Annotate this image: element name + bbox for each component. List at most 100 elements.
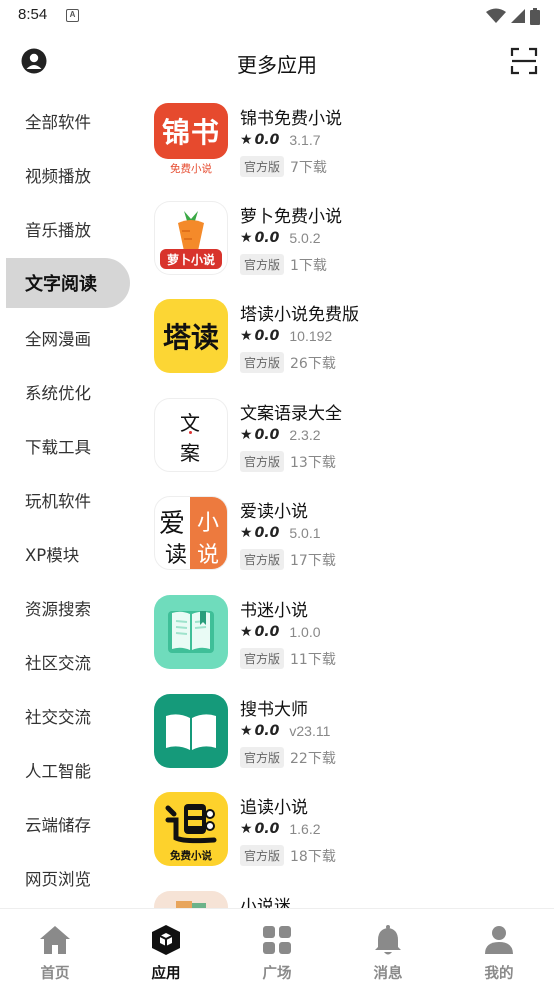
sidebar-item-label: 音乐播放 (25, 221, 91, 240)
zhuidu-app-icon: 免费小说 (154, 792, 228, 866)
download-count: 26下载 (290, 355, 336, 372)
list-item[interactable]: 塔读 塔读小说免费版 ★ 0.0 10.192 官方版 26下载 (146, 290, 546, 388)
sidebar-item-resource-search[interactable]: 资源搜索 (0, 583, 136, 633)
app-name: 书迷小说 (240, 601, 308, 621)
scan-icon[interactable] (510, 47, 538, 75)
list-item[interactable]: 书迷小说 ★ 0.0 1.0.0 官方版 11下载 (146, 586, 546, 684)
grid-icon (263, 926, 291, 954)
book-stack-icon (176, 901, 206, 908)
official-badge: 官方版 (240, 549, 285, 570)
official-badge: 官方版 (240, 648, 285, 669)
nav-profile[interactable]: 我的 (444, 909, 554, 984)
sidebar-item-xp-module[interactable]: XP模块 (0, 529, 136, 579)
app-name: 锦书免费小说 (240, 109, 342, 129)
download-count: 18下载 (290, 848, 336, 865)
download-count: 7下载 (290, 159, 327, 176)
sidebar-item-system-optimize[interactable]: 系统优化 (0, 367, 136, 417)
sidebar-item-download-tools[interactable]: 下载工具 (0, 421, 136, 471)
sidebar-item-cloud-storage[interactable]: 云端储存 (0, 799, 136, 849)
rating-score: 0.0 (254, 525, 280, 541)
icon-subtext: 免费小说 (170, 163, 212, 175)
category-sidebar: 全部软件 视频播放 音乐播放 文字阅读 全网漫画 系统优化 下载工具 玩机软件 … (0, 94, 136, 908)
header: 更多应用 (0, 36, 554, 88)
aidu-app-icon: 爱 读 小 说 (154, 496, 228, 570)
app-meta: 官方版 18下载 (240, 845, 336, 866)
sidebar-item-label: 网页浏览 (25, 870, 91, 889)
tadu-app-icon: 塔读 (154, 299, 228, 373)
list-item[interactable]: 免费小说 追读小说 ★ 0.0 1.6.2 官方版 18下载 (146, 783, 546, 881)
status-bar: 8:54 A (0, 0, 554, 32)
jinshu-app-icon: 锦书 免费小说 (154, 103, 228, 177)
nav-messages[interactable]: 消息 (333, 909, 443, 984)
star-icon: ★ (240, 230, 253, 246)
notification-icon: A (66, 9, 79, 22)
star-icon: ★ (240, 427, 253, 443)
list-item[interactable]: 爱 读 小 说 爱读小说 ★ 0.0 5.0.1 官方版 17下载 (146, 487, 546, 585)
app-meta: 官方版 26下载 (240, 352, 336, 373)
official-badge: 官方版 (240, 845, 285, 866)
official-badge: 官方版 (240, 352, 285, 373)
nav-square[interactable]: 广场 (222, 909, 332, 984)
page-title: 更多应用 (237, 53, 317, 77)
sidebar-item-label: 下载工具 (25, 438, 91, 457)
app-meta: 官方版 1下载 (240, 254, 327, 275)
open-book-icon (168, 611, 214, 653)
icon-text: 萝卜小说 (166, 252, 215, 267)
sidebar-item-browser[interactable]: 网页浏览 (0, 853, 136, 903)
app-rating: ★ 0.0 10.192 (240, 328, 332, 344)
app-rating: ★ 0.0 5.0.2 (240, 230, 321, 246)
official-badge: 官方版 (240, 747, 285, 768)
star-icon: ★ (240, 624, 253, 640)
sidebar-item-community[interactable]: 社区交流 (0, 637, 136, 687)
official-badge: 官方版 (240, 451, 285, 472)
app-meta: 官方版 17下载 (240, 549, 336, 570)
list-item[interactable]: 萝卜小说 萝卜免费小说 ★ 0.0 5.0.2 官方版 1下载 (146, 192, 546, 290)
xiaoshuomi-app-icon (154, 891, 228, 908)
app-name: 萝卜免费小说 (240, 207, 342, 227)
sidebar-item-label: 人工智能 (25, 762, 91, 781)
app-list: 锦书 免费小说 锦书免费小说 ★ 0.0 3.1.7 官方版 7下载 萝卜小说 … (146, 94, 554, 908)
app-version: 1.6.2 (289, 821, 321, 837)
app-version: 3.1.7 (289, 132, 321, 148)
icon-text: 爱 (159, 509, 186, 539)
sidebar-item-comics[interactable]: 全网漫画 (0, 313, 136, 363)
icon-subtext: 读 (165, 543, 188, 568)
sidebar-item-video[interactable]: 视频播放 (0, 150, 136, 200)
list-item[interactable]: 小说迷 (146, 882, 546, 908)
app-version: 5.0.1 (289, 525, 321, 541)
icon-text: 塔读 (162, 321, 219, 354)
status-time: 8:54 (18, 6, 48, 23)
icon-text-2: 小 (197, 511, 220, 536)
sidebar-item-social[interactable]: 社交交流 (0, 691, 136, 741)
sidebar-item-label: 玩机软件 (25, 492, 91, 511)
rating-score: 0.0 (254, 427, 280, 443)
app-rating: ★ 0.0 2.3.2 (240, 427, 321, 443)
sidebar-item-all-software[interactable]: 全部软件 (0, 96, 136, 146)
list-item[interactable]: 锦书 免费小说 锦书免费小说 ★ 0.0 3.1.7 官方版 7下载 (146, 94, 546, 192)
status-icons (486, 6, 540, 26)
nav-label: 我的 (484, 966, 514, 982)
sidebar-item-music[interactable]: 音乐播放 (0, 204, 136, 254)
sidebar-item-phone-tweak[interactable]: 玩机软件 (0, 475, 136, 525)
app-name: 塔读小说免费版 (240, 305, 359, 325)
icon-subtext: 案 (180, 441, 200, 465)
app-meta: 官方版 22下载 (240, 747, 336, 768)
red-dot-icon (189, 431, 192, 434)
icon-subtext-2: 说 (197, 543, 220, 568)
sidebar-item-reading[interactable]: 文字阅读 (6, 258, 130, 308)
list-item[interactable]: 搜书大师 ★ 0.0 v23.11 官方版 22下载 (146, 685, 546, 783)
wenan-app-icon: 文 案 (154, 398, 228, 472)
sidebar-item-ai[interactable]: 人工智能 (0, 745, 136, 795)
nav-apps[interactable]: 应用 (111, 909, 221, 984)
luobo-app-icon: 萝卜小说 (154, 201, 228, 275)
nav-home[interactable]: 首页 (0, 909, 110, 984)
official-badge: 官方版 (240, 254, 285, 275)
app-meta: 官方版 7下载 (240, 156, 327, 177)
icon-text: 锦书 (161, 116, 220, 149)
app-name: 追读小说 (240, 798, 308, 818)
nav-label: 广场 (262, 966, 292, 982)
sidebar-item-label: 资源搜索 (25, 600, 91, 619)
app-version: 1.0.0 (289, 624, 321, 640)
list-item[interactable]: 文 案 文案语录大全 ★ 0.0 2.3.2 官方版 13下载 (146, 389, 546, 487)
star-icon: ★ (240, 328, 253, 344)
